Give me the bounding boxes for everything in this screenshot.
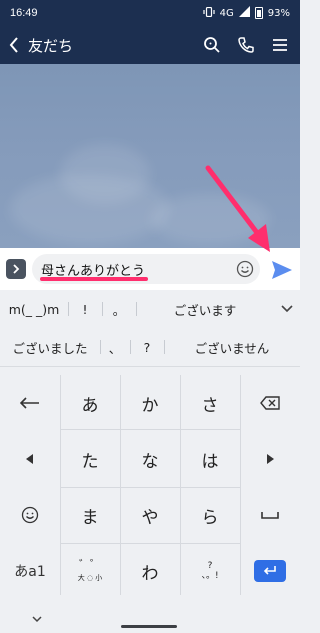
kana-key[interactable]: は [180,431,240,487]
space-key[interactable] [240,487,300,543]
emoji-icon[interactable] [236,260,254,278]
back-icon[interactable] [0,26,28,64]
expand-menu-button[interactable] [6,259,26,279]
punctuation-key[interactable]: ? 、。! [180,543,240,599]
battery-icon [254,7,263,19]
status-indicators: 4G 93% [203,6,290,20]
size-toggle-label: 大 ◌ 小 [77,573,103,582]
enter-icon [254,560,286,582]
chevron-down-icon[interactable] [274,305,300,313]
punctuation-mark: 、。! [201,571,219,581]
suggestion-item[interactable]: ございません [164,328,300,366]
message-composer: 母さんありがとう [0,248,300,290]
home-gesture-bar[interactable] [121,625,177,628]
suggestion-item[interactable]: ! [68,290,102,328]
send-icon[interactable] [270,259,294,281]
vibrate-icon [203,6,215,20]
message-input-text: 母さんありがとう [41,263,146,279]
annotation-underline [40,277,148,281]
suggestion-item[interactable]: ? [130,328,164,366]
dakuten-mark: ゛゜ [79,557,101,571]
cloud-shape [150,194,270,244]
suggestion-bar: m(_ _)m ! 。 ございます ございました 、 ? ございません [0,290,300,366]
network-label: 4G [219,7,234,19]
chat-header: 友だち [0,26,300,64]
suggestion-item[interactable]: 、 [100,328,130,366]
status-time: 16:49 [10,7,38,19]
kana-key[interactable]: た [60,431,120,487]
phone-icon[interactable] [236,35,256,55]
suggestion-item[interactable]: ございます [136,290,274,328]
kana-key[interactable]: ま [60,487,120,543]
kana-key[interactable]: か [120,375,180,431]
flick-keyboard: あa1 あ か さ た な は ま や ら ゛゜ 大 ◌ 小 わ ? 、。! [0,366,300,600]
search-icon[interactable] [202,35,222,55]
dakuten-key[interactable]: ゛゜ 大 ◌ 小 [60,543,120,599]
input-mode-key[interactable]: あa1 [0,543,60,599]
kana-key[interactable]: や [120,487,180,543]
kana-key[interactable]: あ [60,375,120,431]
signal-icon [238,6,250,20]
chat-title: 友だち [28,36,74,55]
battery-percent: 93% [267,7,290,19]
kana-key[interactable]: な [120,431,180,487]
chat-background [0,64,300,248]
suggestion-item[interactable]: ございました [0,328,100,366]
keyboard-hide-icon[interactable] [32,608,42,627]
backspace-key[interactable] [240,375,300,431]
undo-key[interactable] [0,375,60,431]
enter-key[interactable] [240,543,300,599]
emoji-key[interactable] [0,487,60,543]
suggestion-item[interactable]: 。 [102,290,136,328]
system-nav-bar [0,600,300,633]
kana-key[interactable]: ら [180,487,240,543]
status-bar: 16:49 4G 93% [0,0,300,26]
menu-icon[interactable] [270,35,290,55]
cursor-right-key[interactable] [240,431,300,487]
input-mode-label: あa1 [14,564,46,580]
cloud-shape [60,144,150,204]
kana-key[interactable]: さ [180,375,240,431]
kana-key[interactable]: わ [120,543,180,599]
cursor-left-key[interactable] [0,431,60,487]
punctuation-mark: ? [207,561,213,571]
suggestion-item[interactable]: m(_ _)m [0,290,68,328]
